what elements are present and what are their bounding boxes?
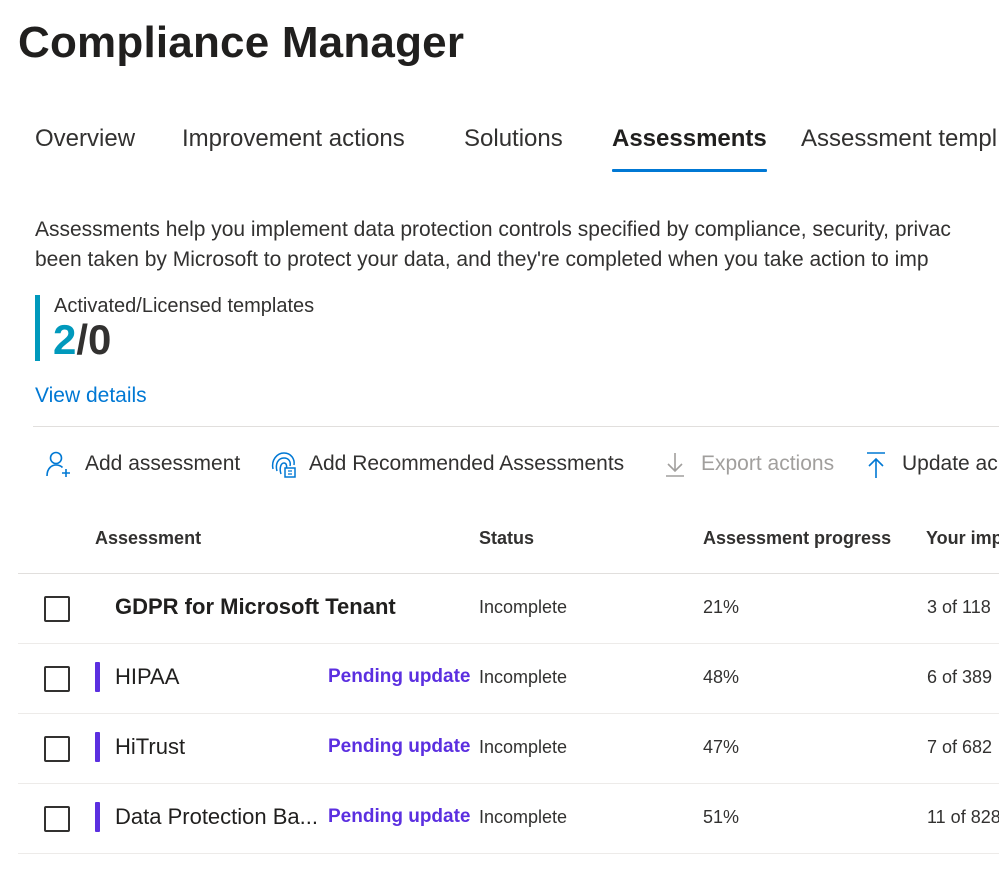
tab-assessments[interactable]: Assessments xyxy=(612,120,767,172)
pending-update-badge: Pending update xyxy=(328,806,471,827)
row-checkbox[interactable] xyxy=(44,736,70,762)
view-details-link[interactable]: View details xyxy=(35,384,147,408)
metric-accent-bar xyxy=(35,295,40,361)
assessment-name[interactable]: GDPR for Microsoft Tenant xyxy=(115,594,396,620)
update-label: Update ac xyxy=(902,452,998,475)
add-assessment-button[interactable]: Add assessment xyxy=(44,446,240,482)
assessment-implemented: 3 of 118 xyxy=(927,597,991,617)
export-actions-button[interactable]: Export actions xyxy=(660,446,834,482)
tab-solutions[interactable]: Solutions xyxy=(464,120,563,172)
update-button[interactable]: Update ac xyxy=(861,446,998,482)
add-assessment-label: Add assessment xyxy=(85,452,241,475)
tab-assessment-templates[interactable]: Assessment templ xyxy=(801,120,997,172)
pending-update-indicator xyxy=(95,732,100,762)
column-header-status[interactable]: Status xyxy=(479,528,534,549)
export-actions-label: Export actions xyxy=(701,452,835,475)
assessment-implemented: 7 of 682 xyxy=(927,737,993,757)
pending-update-indicator xyxy=(95,802,100,832)
assessment-status: Incomplete xyxy=(479,737,568,757)
assessment-name[interactable]: HIPAA xyxy=(115,664,179,690)
metric-licensed-count: /0 xyxy=(76,316,112,363)
assessment-implemented: 6 of 389 xyxy=(927,667,993,687)
table-header: Assessment Status Assessment progress Yo… xyxy=(18,520,999,574)
column-header-assessment-progress[interactable]: Assessment progress xyxy=(703,528,891,549)
assessment-progress: 51% xyxy=(703,807,740,827)
assessment-status: Incomplete xyxy=(479,597,568,617)
add-recommended-assessments-label: Add Recommended Assessments xyxy=(309,452,625,475)
row-checkbox[interactable] xyxy=(44,596,70,622)
column-header-your-improvement[interactable]: Your imp xyxy=(926,528,999,549)
metric-activated-count: 2 xyxy=(53,316,77,363)
assessment-progress: 21% xyxy=(703,597,740,617)
pending-update-badge: Pending update xyxy=(328,666,471,687)
table-row[interactable]: Data Protection Ba... Pending update Inc… xyxy=(18,784,999,854)
row-checkbox[interactable] xyxy=(44,806,70,832)
column-header-assessment[interactable]: Assessment xyxy=(95,528,201,549)
assessment-name[interactable]: HiTrust xyxy=(115,734,185,760)
metric-value: 2/0 xyxy=(53,317,111,363)
assessment-status: Incomplete xyxy=(479,667,568,687)
table-row[interactable]: HIPAA Pending update Incomplete 48% 6 of… xyxy=(18,644,999,714)
tab-overview[interactable]: Overview xyxy=(35,120,135,172)
assessment-implemented: 11 of 828 xyxy=(927,807,999,827)
assessment-name[interactable]: Data Protection Ba... xyxy=(115,804,318,830)
pending-update-indicator xyxy=(95,662,100,692)
add-person-icon xyxy=(46,451,70,477)
page-title: Compliance Manager xyxy=(18,18,465,67)
download-icon xyxy=(666,453,684,477)
assessment-status: Incomplete xyxy=(479,807,568,827)
tab-improvement-actions[interactable]: Improvement actions xyxy=(182,120,405,172)
fingerprint-icon xyxy=(271,452,296,478)
table-row[interactable]: HiTrust Pending update Incomplete 47% 7 … xyxy=(18,714,999,784)
add-recommended-assessments-button[interactable]: Add Recommended Assessments xyxy=(268,446,624,482)
table-row[interactable]: GDPR for Microsoft Tenant Incomplete 21%… xyxy=(18,574,999,644)
page-description: Assessments help you implement data prot… xyxy=(35,215,999,275)
section-divider xyxy=(33,426,999,427)
assessment-progress: 47% xyxy=(703,737,740,757)
pending-update-badge: Pending update xyxy=(328,736,471,757)
row-checkbox[interactable] xyxy=(44,666,70,692)
metric-label: Activated/Licensed templates xyxy=(54,295,315,317)
description-line-1: Assessments help you implement data prot… xyxy=(35,218,951,241)
upload-icon xyxy=(867,452,885,478)
description-line-2: been taken by Microsoft to protect your … xyxy=(35,248,929,271)
assessment-progress: 48% xyxy=(703,667,740,687)
